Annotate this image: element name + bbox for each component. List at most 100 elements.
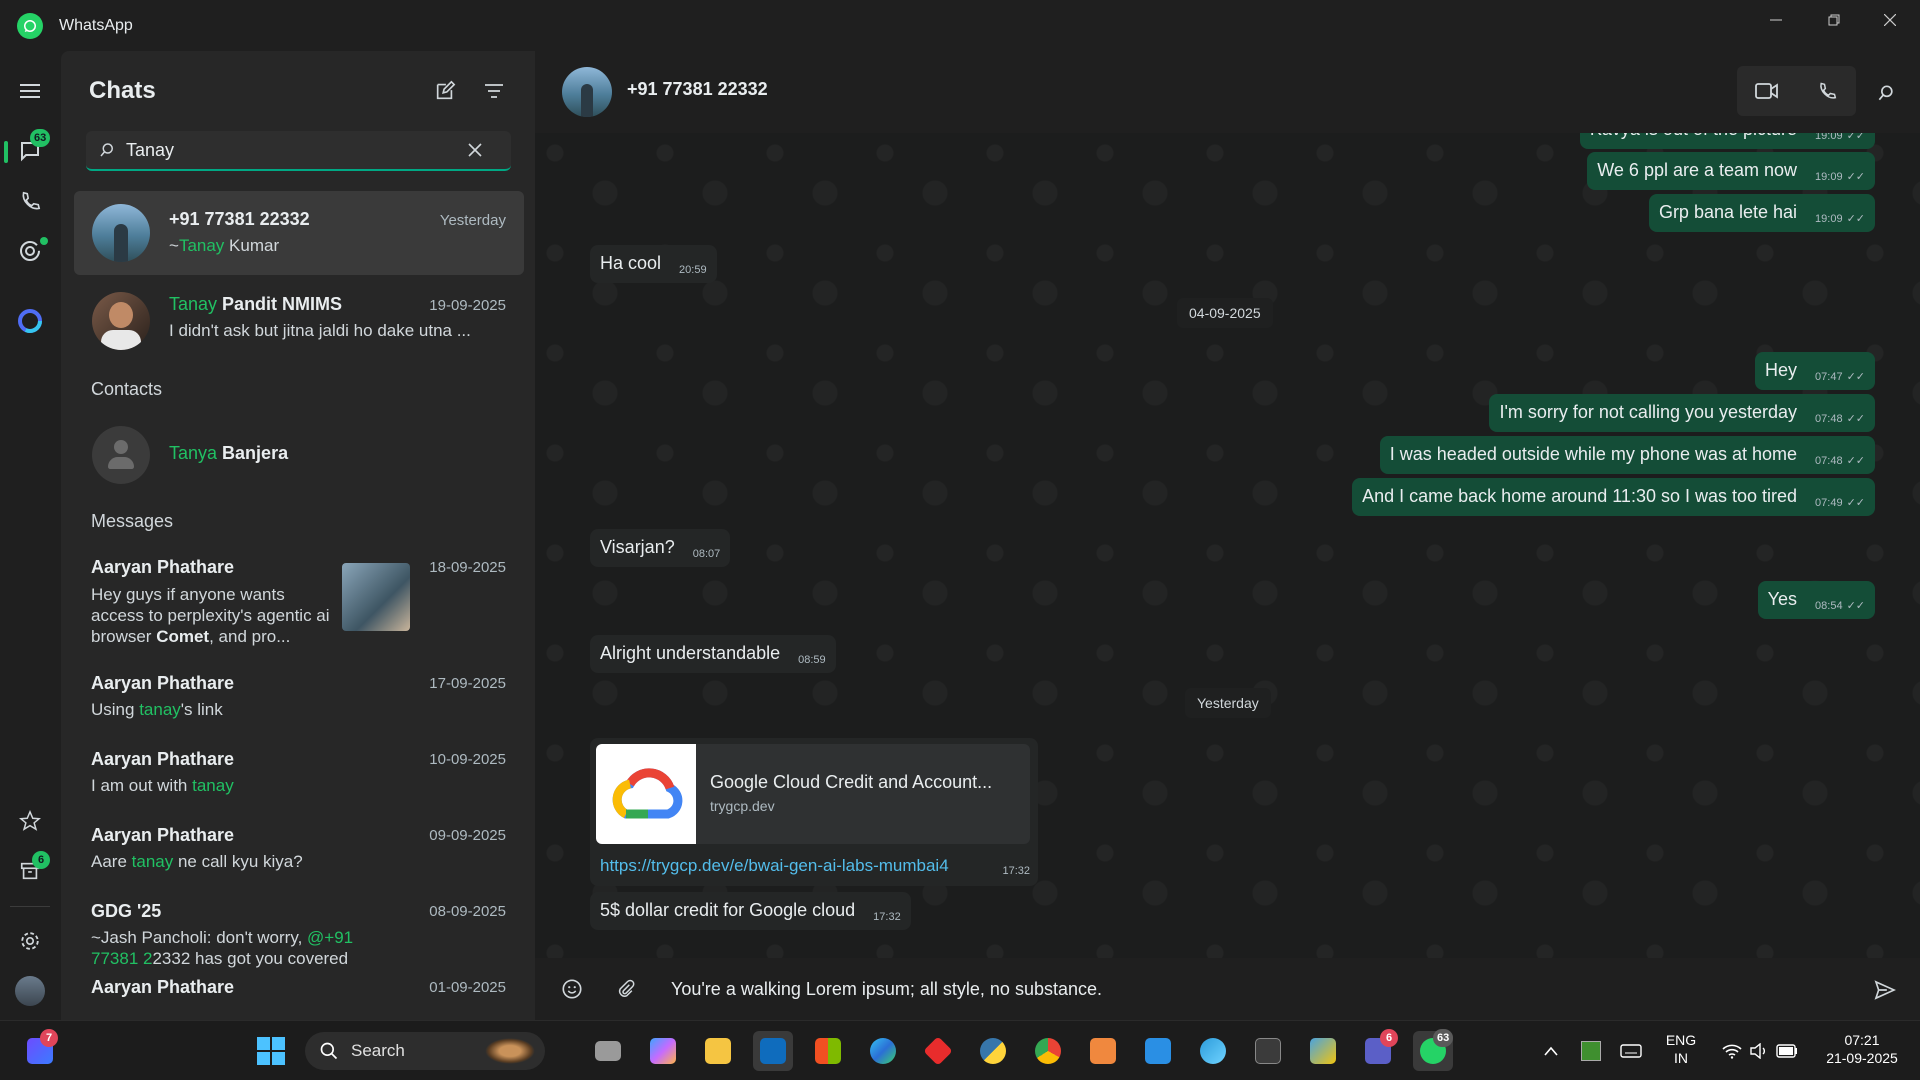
task-view-button[interactable] (588, 1031, 628, 1071)
message-out[interactable]: And I came back home around 11:30 so I w… (1352, 478, 1875, 516)
taskbar-store[interactable] (808, 1031, 848, 1071)
nav-calls-button[interactable] (10, 181, 50, 221)
chat-list-panel: Chats +91 77381 22332 Yesterday ~Tanay K… (61, 51, 535, 1020)
message-sender: Aaryan Phathare (91, 557, 235, 577)
minimize-button[interactable] (1748, 0, 1804, 40)
attach-button[interactable] (609, 972, 643, 1006)
taskbar-chrome[interactable] (1028, 1031, 1068, 1071)
taskbar-terminal[interactable] (1248, 1031, 1288, 1071)
message-result[interactable]: Aaryan Phathare 01-09-2025 (74, 963, 524, 1020)
link-message[interactable]: Google Cloud Credit and Account... trygc… (590, 738, 1038, 886)
taskbar-copilot[interactable] (643, 1031, 683, 1071)
message-out[interactable]: Yes 08:54 ✓✓ (1757, 581, 1875, 619)
tray-app[interactable] (1573, 1031, 1609, 1071)
search-input[interactable] (126, 139, 456, 161)
edge-icon (870, 1038, 896, 1064)
start-button[interactable] (251, 1031, 291, 1071)
message-snippet: I am out with tanay (91, 776, 234, 795)
message-in[interactable]: Ha cool 20:59 (590, 245, 717, 283)
starred-button[interactable] (10, 801, 50, 841)
folder-icon (705, 1038, 731, 1064)
send-button[interactable] (1867, 972, 1903, 1008)
nav-chats-button[interactable]: 63 (10, 129, 51, 171)
message-out[interactable]: I was headed outside while my phone was … (1379, 436, 1875, 474)
taskbar-search[interactable]: Search (305, 1032, 545, 1070)
chat-result[interactable]: Tanay Pandit NMIMS 19-09-2025 I didn't a… (74, 279, 524, 363)
show-hidden-icons-button[interactable] (1533, 1031, 1569, 1071)
messages-section-label: Messages (91, 511, 174, 531)
message-snippet: Using tanay's link (91, 700, 223, 719)
tray-app-icon (1581, 1041, 1601, 1061)
keyboard-button[interactable] (1613, 1031, 1649, 1071)
menu-button[interactable] (10, 71, 50, 111)
whatsapp-logo-icon (17, 12, 43, 39)
chat-result-selected[interactable]: +91 77381 22332 Yesterday ~Tanay Kumar (74, 191, 524, 275)
clock[interactable]: 07:21 21-09-2025 (1814, 1031, 1910, 1067)
link-url[interactable]: https://trygcp.dev/e/bwai-gen-ai-labs-mu… (600, 856, 949, 876)
taskbar-app-red[interactable] (918, 1031, 958, 1071)
message-result[interactable]: Aaryan Phathare 18-09-2025 Hey guys if a… (74, 543, 524, 651)
quick-settings-button[interactable] (1712, 1031, 1808, 1071)
taskbar-outlook[interactable] (753, 1031, 793, 1071)
message-date: 09-09-2025 (429, 827, 506, 844)
nav-status-button[interactable] (10, 231, 50, 271)
windows-taskbar: 7 Search 6 63 ENG IN 07:21 21-09-2025 (0, 1020, 1920, 1080)
nav-rail: 63 6 (0, 51, 61, 1020)
contact-result[interactable]: Tanya Banjera (74, 413, 524, 497)
close-window-button[interactable] (1862, 0, 1918, 40)
call-buttons (1737, 66, 1856, 116)
message-out[interactable]: Grp bana lete hai 19:09 ✓✓ (1648, 194, 1875, 232)
link-title: Google Cloud Credit and Account... (710, 772, 993, 792)
app-badge: 6 (1380, 1029, 1398, 1047)
language-indicator[interactable]: ENG IN (1664, 1031, 1698, 1067)
emoji-button[interactable] (555, 972, 589, 1006)
message-out[interactable]: I'm sorry for not calling you yesterday 0… (1489, 394, 1875, 432)
profile-button[interactable] (10, 971, 50, 1011)
message-out[interactable]: We 6 ppl are a team now 19:09 ✓✓ (1587, 152, 1875, 190)
message-in[interactable]: Alright understandable 08:59 (590, 635, 836, 673)
message-sender: GDG '25 (91, 901, 162, 921)
message-time: 17:32 (1002, 865, 1030, 877)
saturn-icon (485, 1038, 535, 1064)
message-date: 08-09-2025 (429, 903, 506, 920)
settings-button[interactable] (10, 921, 50, 961)
message-input[interactable]: You're a walking Lorem ipsum; all style,… (671, 979, 1102, 1000)
restore-button[interactable] (1806, 0, 1862, 40)
contact-avatar[interactable] (562, 67, 612, 117)
new-chat-button[interactable] (427, 73, 463, 109)
taskbar-app-meet[interactable]: 7 (20, 1029, 60, 1071)
taskbar-explorer[interactable] (698, 1031, 738, 1071)
voice-call-button[interactable] (1797, 66, 1856, 116)
message-thumbnail (342, 563, 410, 631)
taskbar-vscode[interactable] (1138, 1031, 1178, 1071)
message-date: 01-09-2025 (429, 979, 506, 996)
message-result[interactable]: Aaryan Phathare 09-09-2025 Aare tanay ne… (74, 811, 524, 881)
message-in[interactable]: 5$ dollar credit for Google cloud 17:32 (590, 892, 911, 930)
message-in[interactable]: Visarjan? 08:07 (590, 529, 731, 567)
taskbar-control-panel[interactable] (1303, 1031, 1343, 1071)
message-result[interactable]: GDG '25 08-09-2025 ~Jash Pancholi: don't… (74, 887, 524, 968)
archived-button[interactable]: 6 (10, 851, 50, 891)
message-result[interactable]: Aaryan Phathare 17-09-2025 Using tanay's… (74, 659, 524, 729)
message-sender: Aaryan Phathare (91, 977, 235, 997)
message-out[interactable]: Hey 07:47 ✓✓ (1755, 352, 1875, 390)
clear-search-icon[interactable] (468, 143, 482, 157)
taskbar-app-avatar[interactable] (1083, 1031, 1123, 1071)
message-result[interactable]: Aaryan Phathare 10-09-2025 I am out with… (74, 735, 524, 805)
taskbar-teams[interactable]: 6 (1358, 1029, 1398, 1071)
taskbar-python[interactable] (973, 1031, 1013, 1071)
chat-result-name: +91 77381 22332 (169, 209, 310, 229)
search-box[interactable] (86, 131, 511, 171)
date-separator: Yesterday (1185, 688, 1271, 718)
filter-button[interactable] (476, 73, 512, 109)
chats-heading: Chats (89, 77, 156, 104)
taskbar-whatsapp[interactable]: 63 (1413, 1029, 1454, 1071)
search-chat-button[interactable] (1868, 75, 1904, 111)
video-call-button[interactable] (1737, 66, 1796, 116)
outlook-icon (760, 1038, 786, 1064)
taskbar-edge[interactable] (863, 1031, 903, 1071)
taskbar-app-wave[interactable] (1193, 1031, 1233, 1071)
conversation-header[interactable]: +91 77381 22332 (535, 51, 1920, 133)
meta-ai-button[interactable] (10, 301, 50, 341)
link-preview-card[interactable]: Google Cloud Credit and Account... trygc… (596, 744, 1030, 844)
